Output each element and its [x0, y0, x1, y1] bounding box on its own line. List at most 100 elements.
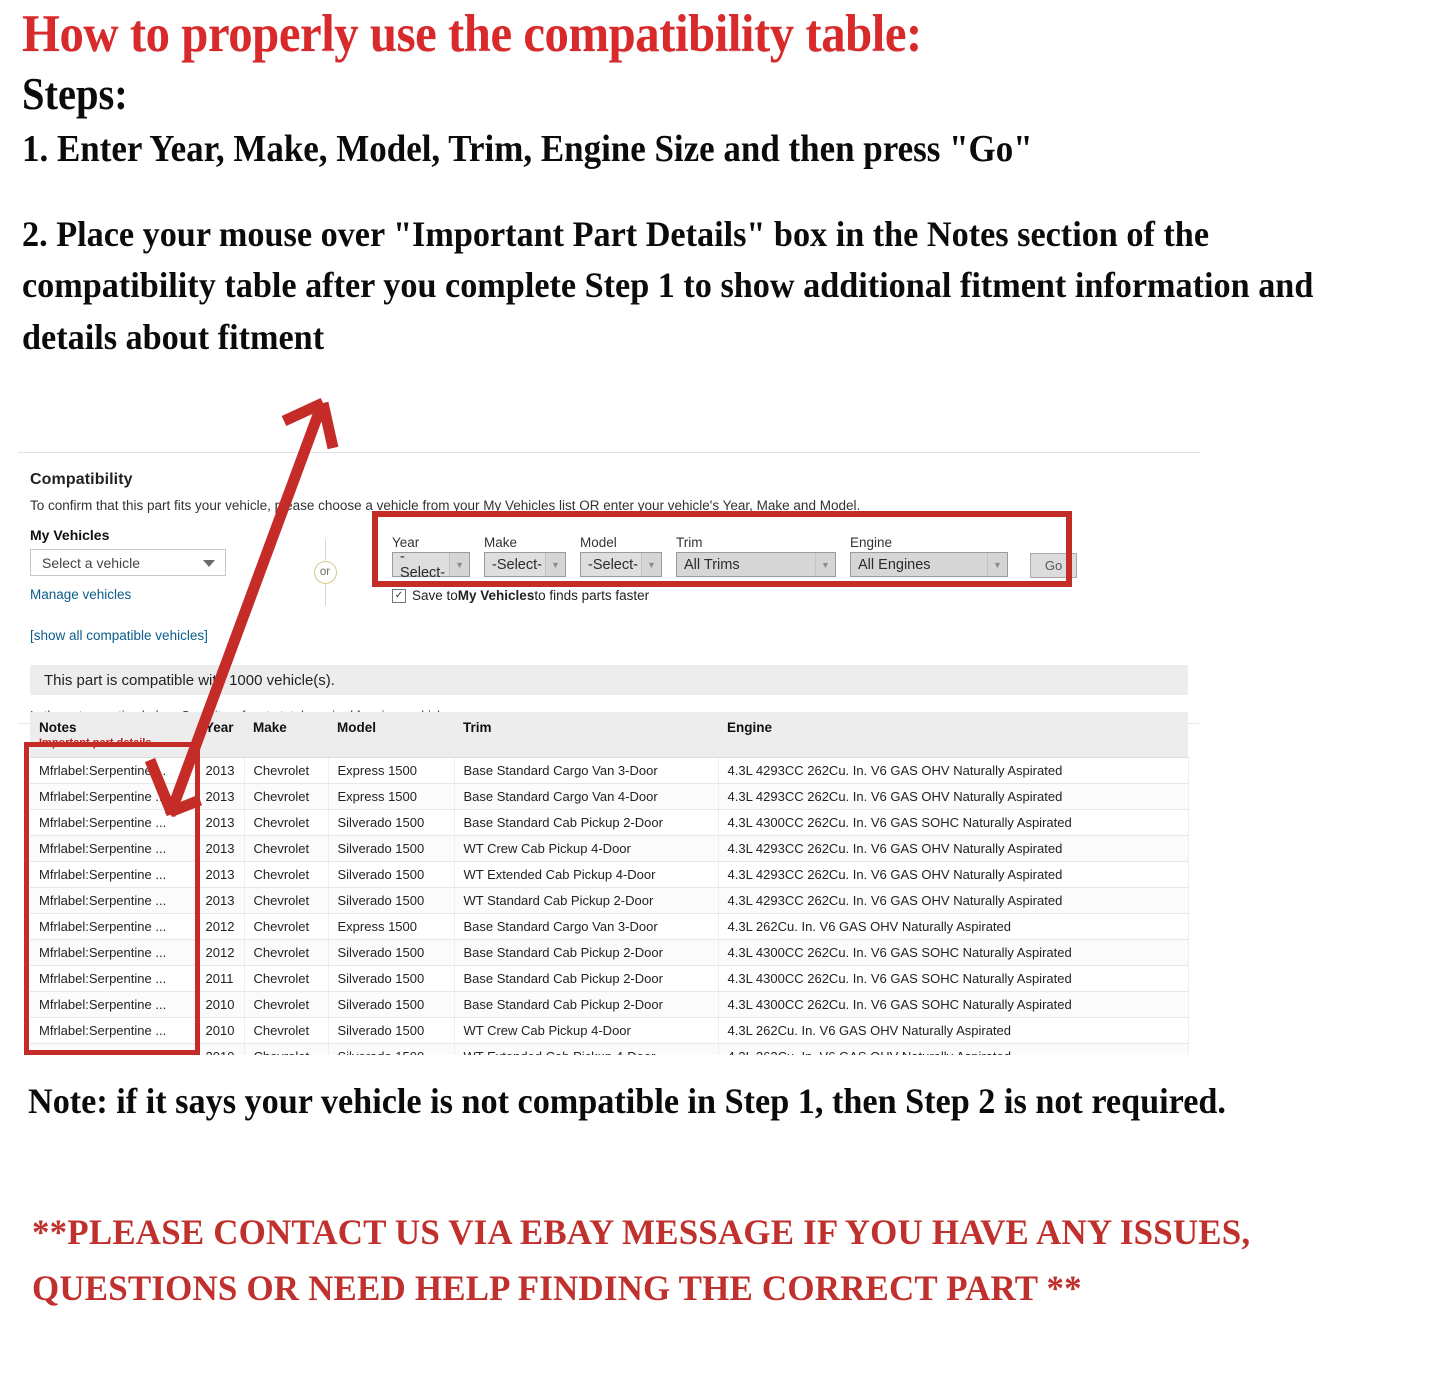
compatibility-result-banner: This part is compatible with 1000 vehicl…: [30, 665, 1188, 695]
cell-notes[interactable]: Mfrlabel:Serpentine ...: [30, 757, 197, 784]
or-divider: or: [292, 527, 358, 606]
cell-trim: WT Extended Cab Pickup 4-Door: [454, 1043, 719, 1055]
cell-model: Silverado 1500: [328, 861, 455, 888]
cell-year: 2013: [196, 809, 245, 836]
cell-engine: 4.3L 4300CC 262Cu. In. V6 GAS SOHC Natur…: [718, 939, 1189, 966]
cell-year: 2013: [196, 783, 245, 810]
select-a-vehicle-dropdown[interactable]: Select a vehicle: [30, 549, 226, 576]
col-header-make: Make: [244, 712, 328, 758]
cell-notes[interactable]: Mfrlabel:Serpentine ...: [30, 835, 197, 862]
cell-engine: 4.3L 262Cu. In. V6 GAS OHV Naturally Asp…: [718, 1043, 1189, 1055]
or-line-bottom: [324, 584, 326, 606]
cell-model: Silverado 1500: [328, 1017, 455, 1044]
cell-make: Chevrolet: [244, 1043, 329, 1055]
col-header-trim: Trim: [454, 712, 718, 758]
table-header-row: Notes Important part details Year Make M…: [30, 712, 1188, 758]
cell-notes[interactable]: Mfrlabel:Serpentine ...: [30, 939, 197, 966]
cell-notes[interactable]: Mfrlabel:Serpentine ...: [30, 861, 197, 888]
cell-engine: 4.3L 262Cu. In. V6 GAS OHV Naturally Asp…: [718, 913, 1189, 940]
cell-make: Chevrolet: [244, 835, 329, 862]
select-a-vehicle-value: Select a vehicle: [42, 554, 141, 571]
cell-year: 2012: [196, 939, 245, 966]
cell-model: Express 1500: [328, 913, 455, 940]
save-to-my-vehicles-row[interactable]: ✓ Save to My Vehicles to finds parts fas…: [392, 588, 1077, 603]
cell-engine: 4.3L 4300CC 262Cu. In. V6 GAS SOHC Natur…: [718, 965, 1189, 992]
save-suffix-text: to finds parts faster: [534, 588, 650, 603]
cell-make: Chevrolet: [244, 757, 329, 784]
instructions-header: How to properly use the compatibility ta…: [0, 0, 1445, 363]
cell-notes[interactable]: Mfrlabel:Serpentine ...: [30, 913, 197, 940]
cell-model: Express 1500: [328, 783, 455, 810]
cell-year: 2013: [196, 835, 245, 862]
cell-trim: Base Standard Cab Pickup 2-Door: [454, 965, 719, 992]
cell-model: Silverado 1500: [328, 965, 455, 992]
table-row: Mfrlabel:Serpentine ... 2013 Chevrolet Silv…: [30, 809, 1189, 836]
save-bold-text: My Vehicles: [457, 588, 535, 603]
table-row: Mfrlabel:Serpentine ... 2013 Chevrolet Silv…: [30, 861, 1189, 888]
cell-model: Silverado 1500: [328, 991, 455, 1018]
cell-engine: 4.3L 4293CC 262Cu. In. V6 GAS OHV Natura…: [718, 757, 1189, 784]
cell-year: 2012: [196, 913, 245, 940]
fitment-table: Notes Important part details Year Make M…: [30, 712, 1189, 1055]
table-row: Mfrlabel:Serpentine ... 2013 Chevrolet Silv…: [30, 835, 1189, 862]
col-header-engine: Engine: [718, 712, 1188, 758]
cell-model: Silverado 1500: [328, 835, 455, 862]
cell-notes[interactable]: Mfrlabel:Serpentine ...: [30, 887, 197, 914]
cell-make: Chevrolet: [244, 887, 329, 914]
cell-model: Silverado 1500: [328, 809, 455, 836]
steps-label: Steps:: [22, 69, 128, 120]
important-part-details-label: Important part details: [39, 737, 152, 749]
cell-model: Silverado 1500: [328, 939, 455, 966]
or-line-top: [324, 539, 326, 561]
fitment-table-body: Mfrlabel:Serpentine ... 2013 Chevrolet Expr…: [30, 757, 1189, 1055]
cell-notes[interactable]: Mfrlabel:Serpentine ...: [30, 809, 197, 836]
cell-notes[interactable]: Mfrlabel:Serpentine ...: [30, 783, 197, 810]
cell-year: 2010: [196, 1043, 245, 1055]
cell-make: Chevrolet: [244, 939, 329, 966]
cell-trim: Base Standard Cargo Van 4-Door: [454, 783, 719, 810]
cell-engine: 4.3L 4293CC 262Cu. In. V6 GAS OHV Natura…: [718, 861, 1189, 888]
cell-notes[interactable]: Mfrlabel:Serpentine ...: [30, 1017, 197, 1044]
cell-trim: Base Standard Cargo Van 3-Door: [454, 757, 719, 784]
table-row: Mfrlabel:Serpentine ... 2013 Chevrolet Expr…: [30, 757, 1189, 784]
ymm-form-highlight-box: [372, 511, 1072, 587]
my-vehicles-label: My Vehicles: [30, 527, 110, 543]
cell-trim: Base Standard Cab Pickup 2-Door: [454, 991, 719, 1018]
col-header-notes-label: Notes: [39, 720, 77, 735]
cell-trim: WT Crew Cab Pickup 4-Door: [454, 835, 719, 862]
cell-make: Chevrolet: [244, 991, 329, 1018]
cell-trim: Base Standard Cab Pickup 2-Door: [454, 809, 719, 836]
save-prefix-text: Save to: [412, 588, 458, 603]
save-checkbox[interactable]: ✓: [392, 588, 406, 603]
step-2-text: 2. Place your mouse over "Important Part…: [22, 214, 1314, 357]
cell-trim: WT Crew Cab Pickup 4-Door: [454, 1017, 719, 1044]
cell-model: Express 1500: [328, 757, 455, 784]
cell-trim: WT Extended Cab Pickup 4-Door: [454, 861, 719, 888]
cell-make: Chevrolet: [244, 913, 329, 940]
cell-engine: 4.3L 4293CC 262Cu. In. V6 GAS OHV Natura…: [718, 887, 1189, 914]
cell-make: Chevrolet: [244, 965, 329, 992]
cell-notes[interactable]: Mfrlabel:Serpentine ...: [30, 965, 197, 992]
cell-model: Silverado 1500: [328, 887, 455, 914]
show-all-compatible-vehicles-link[interactable]: [show all compatible vehicles]: [30, 628, 292, 643]
table-row: Mfrlabel:Serpentine ...2010ChevroletSilv…: [30, 1017, 1189, 1044]
cell-year: 2013: [196, 887, 245, 914]
cell-trim: Base Standard Cab Pickup 2-Door: [454, 939, 719, 966]
cell-engine: 4.3L 262Cu. In. V6 GAS OHV Naturally Asp…: [718, 1017, 1189, 1044]
footer-note: Note: if it says your vehicle is not com…: [28, 1081, 1226, 1121]
cell-notes[interactable]: Mfrlabel:Serpentine ...: [30, 1043, 197, 1055]
table-row: Mfrlabel:Serpentine ... 2011 Chevrolet Silv…: [30, 965, 1189, 992]
cell-make: Chevrolet: [244, 861, 329, 888]
manage-vehicles-link[interactable]: Manage vehicles: [30, 587, 292, 602]
cell-make: Chevrolet: [244, 1017, 329, 1044]
cell-make: Chevrolet: [244, 809, 329, 836]
cell-year: 2010: [196, 1017, 245, 1044]
cell-notes[interactable]: Mfrlabel:Serpentine ...: [30, 991, 197, 1018]
col-header-year: Year: [196, 712, 244, 758]
cell-year: 2011: [196, 965, 245, 992]
cell-model: Silverado 1500: [328, 1043, 455, 1055]
page-title: How to properly use the compatibility ta…: [22, 5, 922, 63]
table-row: Mfrlabel:Serpentine ... 2012 Chevrolet Expr…: [30, 913, 1189, 940]
footer-contact-message: **PLEASE CONTACT US VIA EBAY MESSAGE IF …: [32, 1212, 1251, 1308]
cell-trim: Base Standard Cargo Van 3-Door: [454, 913, 719, 940]
